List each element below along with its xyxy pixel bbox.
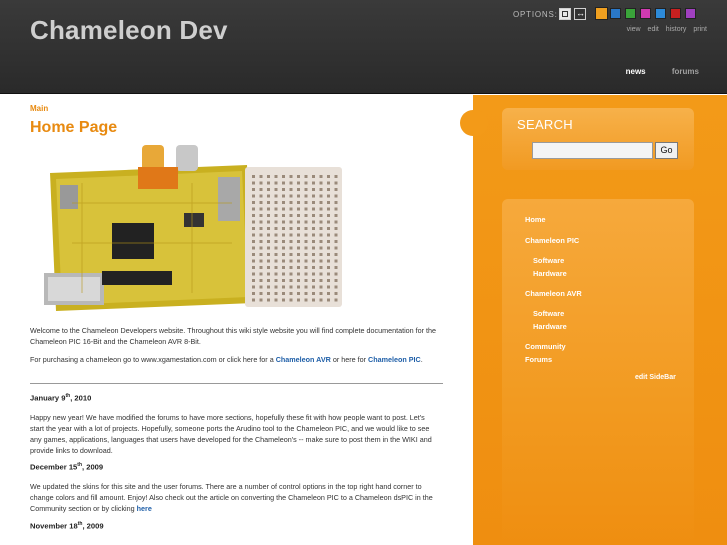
sidebar-item-home[interactable]: Home [525,215,546,224]
chameleon-avr-link[interactable]: Chameleon AVR [276,355,331,364]
print-link[interactable]: print [693,26,707,33]
sidebar-nav [502,199,694,545]
news-text-body: We updated the skins for this site and t… [30,482,433,513]
news-text: Happy new year! We have modified the for… [30,413,432,455]
color-swatch-5[interactable] [655,8,666,19]
news-date-year: , 2009 [82,521,104,531]
sidebar-item-chameleon-pic[interactable]: Chameleon PIC [525,236,579,245]
sidebar-item-pic-software[interactable]: Software [533,256,564,265]
search-input[interactable] [532,142,653,159]
nav-news[interactable]: news [626,67,646,76]
nav-forums[interactable]: forums [672,67,699,76]
sidebar-item-chameleon-avr[interactable]: Chameleon AVR [525,289,582,298]
purchase-suffix: . [420,355,423,364]
search-title: SEARCH [517,117,573,132]
color-swatch-1[interactable] [595,7,608,20]
color-swatch-6[interactable] [670,8,681,19]
news-date-month: December 15 [30,462,78,472]
options-label: OPTIONS: [513,10,558,19]
color-swatch-7[interactable] [685,8,696,19]
breadcrumb[interactable]: Main [30,104,48,113]
main-content: Main Home Page Welcome to the Chameleon … [0,95,473,545]
here-link[interactable]: here [137,504,152,513]
purchase-middle: or here for [332,355,366,364]
sidebar-tab [460,110,488,136]
news-date-month: November 18 [30,521,78,531]
fixed-width-icon [562,11,568,17]
sidebar-item-community[interactable]: Community [525,342,566,351]
sidebar-item-pic-hardware[interactable]: Hardware [533,269,567,278]
news-date-year: , 2010 [70,393,92,403]
color-swatch-4[interactable] [640,8,651,19]
sidebar-item-forums[interactable]: Forums [525,355,552,364]
news-date-month: January 9 [30,393,66,403]
page-actions: view edit history print [622,26,707,33]
purchase-prefix: For purchasing a chameleon go to www.xga… [30,355,274,364]
chameleon-board-photo [42,143,344,315]
fluid-width-icon: ↔ [576,8,585,18]
edit-link[interactable]: edit [648,26,659,33]
site-header: Chameleon Dev OPTIONS: ↔ view edit histo… [0,0,727,94]
news-date: January 9th, 2010 [30,393,91,403]
fluid-width-button[interactable]: ↔ [574,8,586,20]
divider [30,383,443,384]
sidebar-item-avr-hardware[interactable]: Hardware [533,322,567,331]
chameleon-pic-link[interactable]: Chameleon PIC [368,355,421,364]
color-swatch-2[interactable] [610,8,621,19]
edit-sidebar-link[interactable]: edit SideBar [635,374,676,381]
fixed-width-button[interactable] [559,8,571,20]
top-nav: news forums [602,67,699,76]
news-date: November 18th, 2009 [30,521,104,531]
site-title[interactable]: Chameleon Dev [30,15,228,46]
go-button[interactable]: Go [655,142,678,159]
news-text: We updated the skins for this site and t… [30,481,440,514]
intro-paragraph: Welcome to the Chameleon Developers webs… [30,326,437,346]
purchase-paragraph: For purchasing a chameleon go to www.xga… [30,354,440,365]
sidebar-item-avr-software[interactable]: Software [533,309,564,318]
page-title: Home Page [30,119,118,136]
view-link[interactable]: view [627,26,641,33]
color-swatch-3[interactable] [625,8,636,19]
news-date-year: , 2009 [82,462,104,472]
history-link[interactable]: history [666,26,687,33]
news-date: December 15th, 2009 [30,462,103,472]
